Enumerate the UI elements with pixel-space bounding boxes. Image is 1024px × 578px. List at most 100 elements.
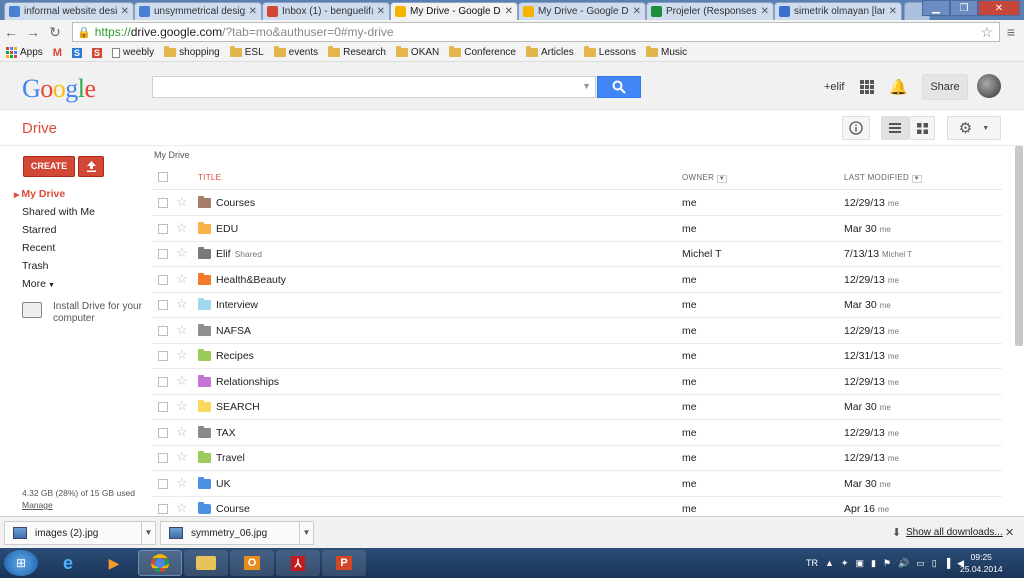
table-row[interactable]: ☆ Health&Beauty me 12/29/13 me <box>152 268 1002 293</box>
browser-tab[interactable]: unsymmetrical desig ✕ <box>134 2 262 20</box>
row-checkbox[interactable] <box>158 223 168 234</box>
display-icon[interactable]: ▭ <box>916 558 925 569</box>
tray-expand-icon[interactable]: ▲ <box>825 558 834 568</box>
star-icon[interactable]: ☆ <box>176 398 188 414</box>
bookmark-red[interactable]: S <box>91 47 102 58</box>
row-checkbox[interactable] <box>158 427 168 438</box>
bookmark-folder[interactable]: Research <box>328 46 386 58</box>
tab-close-icon[interactable]: ✕ <box>121 6 129 17</box>
minimize-icon[interactable]: ▁ <box>922 0 950 16</box>
star-icon[interactable]: ☆ <box>176 194 188 210</box>
taskbar-media[interactable]: ▶ <box>92 550 136 576</box>
info-button[interactable] <box>842 116 870 140</box>
bookmark-folder[interactable]: Conference <box>449 46 516 58</box>
column-title[interactable]: TITLE <box>198 173 221 182</box>
bookmark-star-icon[interactable]: ☆ <box>980 24 993 41</box>
notifications-bell-icon[interactable]: 🔔 <box>889 78 908 96</box>
file-name[interactable]: Interview <box>216 299 262 311</box>
star-icon[interactable]: ☆ <box>176 424 188 440</box>
bookmark-folder[interactable]: Articles <box>525 46 574 58</box>
table-row[interactable]: ☆ SEARCH me Mar 30 me <box>152 395 1002 420</box>
star-icon[interactable]: ☆ <box>176 449 188 465</box>
chevron-down-icon[interactable]: ▼ <box>299 522 313 544</box>
sidebar-item-my-drive[interactable]: ▶ My Drive <box>14 188 65 200</box>
download-item[interactable]: symmetry_06.jpg ▼ <box>160 521 314 545</box>
table-row[interactable]: ☆ NAFSA me 12/29/13 me <box>152 319 1002 344</box>
network-icon[interactable]: ▮ <box>871 558 876 569</box>
manage-storage-link[interactable]: Manage <box>22 500 53 510</box>
user-plus-link[interactable]: +elif <box>824 81 845 93</box>
table-row[interactable]: ☆ Interview me Mar 30 me <box>152 293 1002 318</box>
apps-grid-icon[interactable] <box>860 80 874 94</box>
close-icon[interactable]: ✕ <box>1005 526 1014 539</box>
row-checkbox[interactable] <box>158 198 168 208</box>
row-checkbox[interactable] <box>158 274 168 285</box>
star-icon[interactable]: ☆ <box>176 245 188 261</box>
search-options-icon[interactable]: ▼ <box>582 81 591 91</box>
bookmark-folder[interactable]: shopping <box>164 46 220 58</box>
sidebar-item-recent[interactable]: Recent <box>22 242 55 254</box>
battery-icon[interactable]: ▯ <box>932 558 937 569</box>
back-arrow-icon[interactable]: ← <box>0 24 22 40</box>
star-icon[interactable]: ☆ <box>176 296 188 312</box>
browser-tab[interactable]: My Drive - Google Dr ✕ <box>518 2 646 20</box>
file-name[interactable]: NAFSA <box>216 325 255 337</box>
search-button[interactable] <box>597 76 641 98</box>
file-name[interactable]: Recipes <box>216 350 258 362</box>
share-button[interactable]: Share <box>922 74 968 100</box>
select-all-checkbox[interactable] <box>158 172 168 182</box>
system-clock[interactable]: 09:25 25.04.2014 <box>960 551 1003 575</box>
file-name[interactable]: TAX <box>216 427 240 439</box>
address-bar[interactable]: 🔒 https:// drive.google.com /?tab=mo&aut… <box>72 22 1000 42</box>
browser-tab[interactable]: Projeler (Responses) ✕ <box>646 2 774 20</box>
file-name[interactable]: EDU <box>216 223 242 235</box>
security-icon[interactable]: ⚑ <box>883 558 891 569</box>
bookmark-gmail[interactable]: M <box>53 47 62 59</box>
google-logo[interactable]: Google <box>22 74 96 104</box>
file-name[interactable]: Relationships <box>216 376 283 388</box>
taskbar-chrome[interactable] <box>138 550 182 576</box>
dropbox-icon[interactable]: ✦ <box>841 558 849 569</box>
chevron-down-icon[interactable]: ▼ <box>141 522 155 544</box>
grid-view-button[interactable] <box>909 116 935 140</box>
star-icon[interactable]: ☆ <box>176 500 188 516</box>
browser-tab[interactable]: informal website desi ✕ <box>4 2 134 20</box>
sidebar-item-more[interactable]: More ▼ <box>22 278 55 290</box>
star-icon[interactable]: ☆ <box>176 373 188 389</box>
table-row[interactable]: ☆ Recipes me 12/31/13 me <box>152 344 1002 369</box>
breadcrumb[interactable]: My Drive <box>154 150 190 160</box>
menu-icon[interactable]: ≡ <box>1000 24 1022 40</box>
tab-close-icon[interactable]: ✕ <box>505 6 513 17</box>
star-icon[interactable]: ☆ <box>176 220 188 236</box>
browser-tab-active[interactable]: My Drive - Google Dr ✕ <box>390 2 518 20</box>
bookmark-folder[interactable]: events <box>273 46 318 58</box>
avatar[interactable] <box>977 74 1001 98</box>
file-name[interactable]: Travel <box>216 452 249 464</box>
file-name[interactable]: SEARCH <box>216 401 264 413</box>
drive-title[interactable]: Drive <box>22 120 57 137</box>
table-row[interactable]: ☆ TAX me 12/29/13 me <box>152 421 1002 446</box>
bookmark-folder[interactable]: Lessons <box>583 46 636 58</box>
taskbar-explorer[interactable] <box>184 550 228 576</box>
sidebar-item-starred[interactable]: Starred <box>22 224 56 236</box>
browser-tab[interactable]: Inbox (1) - benguelif@ ✕ <box>262 2 390 20</box>
tab-close-icon[interactable]: ✕ <box>633 6 641 17</box>
bookmark-weebly[interactable]: weebly <box>112 47 154 58</box>
download-item[interactable]: images (2).jpg ▼ <box>4 521 156 545</box>
close-window-icon[interactable]: ✕ <box>978 0 1020 16</box>
scrollbar[interactable] <box>1015 146 1023 346</box>
taskbar-powerpoint[interactable]: P <box>322 550 366 576</box>
table-row[interactable]: ☆ Travel me 12/29/13 me <box>152 446 1002 471</box>
bookmark-s[interactable]: S <box>71 47 82 58</box>
star-icon[interactable]: ☆ <box>176 475 188 491</box>
tab-close-icon[interactable]: ✕ <box>761 6 769 17</box>
sidebar-item-shared[interactable]: Shared with Me <box>22 206 95 218</box>
browser-tab[interactable]: simetrik olmayan [lar ✕ <box>774 2 902 20</box>
row-checkbox[interactable] <box>158 351 168 361</box>
file-name[interactable]: Health&Beauty <box>216 274 290 286</box>
taskbar-ie[interactable]: e <box>46 550 90 576</box>
table-row[interactable]: ☆ Course me Apr 16 me <box>152 497 1002 516</box>
install-drive-link[interactable]: Install Drive for your computer <box>53 301 145 325</box>
row-checkbox[interactable] <box>158 376 168 387</box>
reload-icon[interactable]: ↻ <box>44 24 66 41</box>
